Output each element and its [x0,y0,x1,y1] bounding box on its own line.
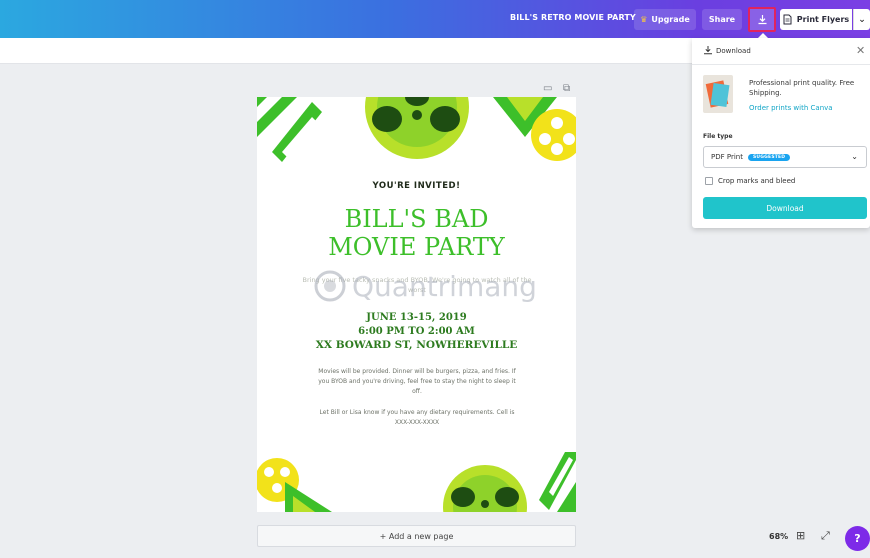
upgrade-label: Upgrade [651,15,690,24]
intro-text[interactable]: Bring your five tacky snacks and BYOB. W… [297,275,537,295]
download-panel: Download ✕ Professional print quality. F… [692,38,870,228]
design-page[interactable]: YOU'RE INVITED! BILL'S BAD MOVIE PARTY B… [257,97,576,512]
crown-icon: ♛ [640,15,648,24]
download-icon [704,46,712,55]
top-toolbar: BILL'S RETRO MOVIE PARTY ♛ Upgrade Share… [0,0,870,38]
event-time[interactable]: 6:00 PM TO 2:00 AM [257,325,576,338]
divider [692,64,870,65]
help-button[interactable]: ? [845,526,870,551]
order-prints-link[interactable]: Order prints with Canva [749,104,833,112]
share-button[interactable]: Share [702,9,742,30]
file-type-select[interactable]: PDF Print SUGGESTED ⌄ [703,146,867,168]
crop-marks-label[interactable]: Crop marks and bleed [718,177,795,185]
crop-marks-checkbox[interactable] [705,177,713,185]
document-icon [783,14,792,25]
zoom-level[interactable]: 68% [769,532,788,541]
promo-text: Professional print quality. Free Shippin… [749,79,855,97]
share-label: Share [708,15,736,24]
suggested-badge: SUGGESTED [747,153,791,161]
comment-icon[interactable]: ▭ [543,83,552,94]
download-icon [758,15,766,25]
film-reel-decoration-top [257,97,576,162]
event-address[interactable]: XX BOWARD ST, NOWHEREVILLE [257,339,576,352]
print-promo-image [703,75,733,113]
print-options-dropdown[interactable]: ⌄ [853,9,870,30]
film-reel-decoration-bottom [257,452,576,512]
file-type-value: PDF Print [711,153,743,161]
details-text[interactable]: Movies will be provided. Dinner will be … [317,367,517,397]
print-flyers-button[interactable]: Print Flyers [780,9,852,30]
poster-title-line-1[interactable]: BILL'S BAD [257,205,576,233]
fullscreen-icon[interactable]: ⤢ [821,529,830,543]
chevron-down-icon: ⌄ [858,14,866,25]
design-title[interactable]: BILL'S RETRO MOVIE PARTY [510,13,636,22]
upgrade-button[interactable]: ♛ Upgrade [634,9,696,30]
chevron-down-icon: ⌄ [851,152,858,161]
invited-text[interactable]: YOU'RE INVITED! [257,181,576,191]
dietary-text[interactable]: Let Bill or Lisa know if you have any di… [317,408,517,428]
event-date[interactable]: JUNE 13-15, 2019 [257,311,576,324]
panel-title: Download [716,47,751,55]
grid-view-icon[interactable]: ⊞ [796,529,805,542]
file-type-label: File type [703,133,733,140]
download-submit-button[interactable]: Download [703,197,867,219]
add-page-button[interactable]: + Add a new page [257,525,576,547]
print-flyers-label: Print Flyers [796,15,850,24]
close-icon[interactable]: ✕ [856,44,865,57]
duplicate-page-icon[interactable]: ⧉ [563,83,570,94]
poster-title-line-2[interactable]: MOVIE PARTY [257,233,576,261]
download-button[interactable] [748,7,776,32]
